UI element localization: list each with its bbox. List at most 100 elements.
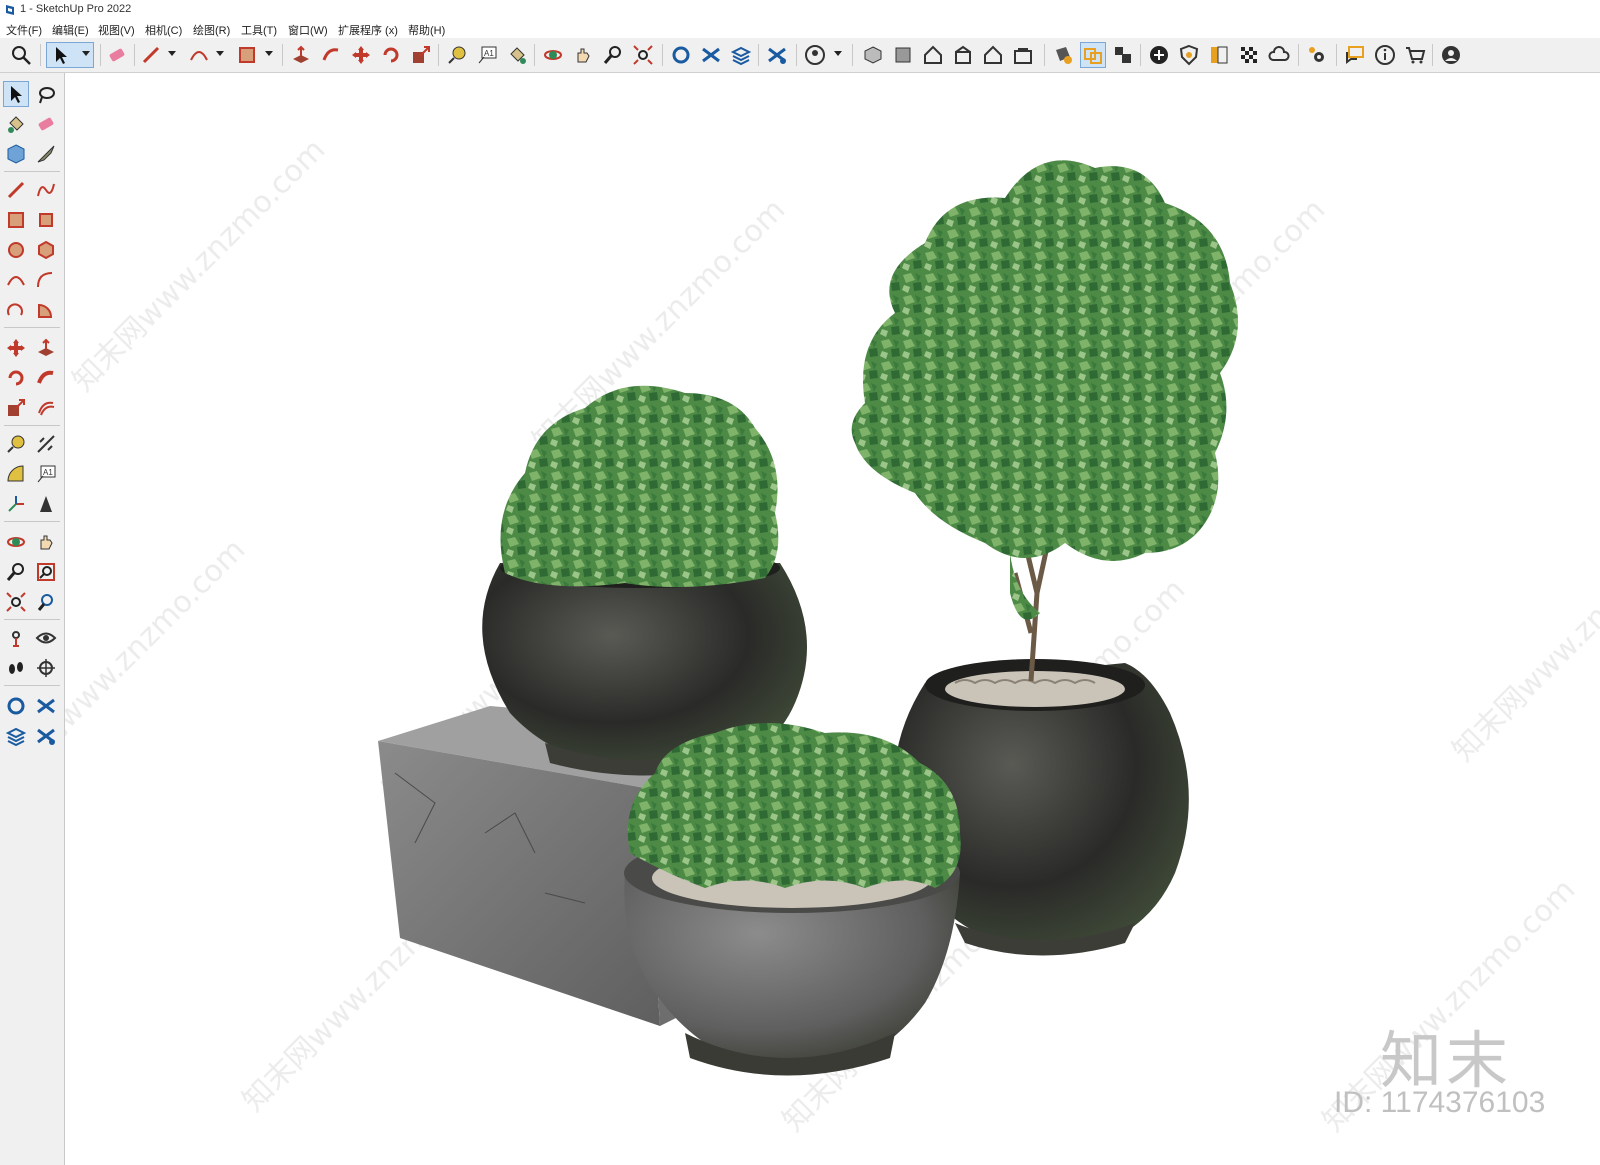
three-point-arc-icon[interactable] xyxy=(3,297,29,323)
drawing-viewport[interactable]: 知末网www.znzmo.com 知末网www.znzmo.com 知末网www… xyxy=(65,73,1600,1165)
pattern-icon[interactable] xyxy=(1236,42,1262,68)
dimension-icon[interactable] xyxy=(33,431,59,457)
pan-icon[interactable] xyxy=(570,42,596,68)
pan-icon[interactable] xyxy=(33,529,59,555)
back-view-icon[interactable] xyxy=(980,42,1006,68)
follow-me-icon[interactable] xyxy=(33,365,59,391)
select-tool-icon[interactable] xyxy=(3,81,29,107)
styles-icon[interactable] xyxy=(1206,42,1232,68)
top-view-icon[interactable] xyxy=(920,42,946,68)
orbit-icon[interactable] xyxy=(540,42,566,68)
paint-bucket-icon[interactable] xyxy=(504,42,530,68)
iso-view-icon[interactable] xyxy=(860,42,886,68)
component-icon[interactable] xyxy=(3,141,29,167)
menu-tools[interactable]: 工具(T) xyxy=(241,22,277,38)
tag-icon[interactable] xyxy=(33,141,59,167)
move-icon[interactable] xyxy=(348,42,374,68)
account-icon[interactable] xyxy=(802,42,828,68)
paint-bucket-icon[interactable] xyxy=(3,111,29,137)
previous-view-icon[interactable] xyxy=(33,589,59,615)
push-pull-icon[interactable] xyxy=(33,335,59,361)
section-fill-icon[interactable] xyxy=(1110,42,1136,68)
warehouse-icon[interactable] xyxy=(668,42,694,68)
right-view-icon[interactable] xyxy=(950,42,976,68)
layout-icon[interactable] xyxy=(3,723,29,749)
zoom-extents-icon[interactable] xyxy=(3,589,29,615)
circle-icon[interactable] xyxy=(3,237,29,263)
axes-icon[interactable] xyxy=(3,491,29,517)
watermark-id: ID: 1174376103 xyxy=(1334,1086,1546,1119)
menu-camera[interactable]: 相机(C) xyxy=(145,22,182,38)
search-icon[interactable] xyxy=(8,42,34,68)
chat-icon[interactable] xyxy=(1342,42,1368,68)
menu-file[interactable]: 文件(F) xyxy=(6,22,42,38)
position-camera-icon[interactable] xyxy=(3,625,29,651)
rotate-icon[interactable] xyxy=(378,42,404,68)
extension-manager-icon[interactable] xyxy=(764,42,790,68)
menu-help[interactable]: 帮助(H) xyxy=(408,22,445,38)
layout-icon[interactable] xyxy=(728,42,754,68)
scale-icon[interactable] xyxy=(408,42,434,68)
svg-text:知末网www.znzmo.com: 知末网www.znzmo.com xyxy=(65,532,252,798)
section-plane-icon[interactable] xyxy=(33,655,59,681)
line-icon[interactable] xyxy=(3,177,29,203)
extension-warehouse-icon[interactable] xyxy=(33,693,59,719)
zoom-extents-icon[interactable] xyxy=(630,42,656,68)
rotate-icon[interactable] xyxy=(3,365,29,391)
follow-me-icon[interactable] xyxy=(318,42,344,68)
info-icon[interactable] xyxy=(1372,42,1398,68)
offset-icon[interactable] xyxy=(33,395,59,421)
warehouse-icon[interactable] xyxy=(3,693,29,719)
left-view-icon[interactable] xyxy=(1010,42,1036,68)
move-icon[interactable] xyxy=(3,335,29,361)
menu-window[interactable]: 窗口(W) xyxy=(288,22,328,38)
two-point-arc-icon[interactable] xyxy=(33,267,59,293)
push-pull-icon[interactable] xyxy=(288,42,314,68)
settings-icon[interactable] xyxy=(1304,42,1330,68)
tape-measure-icon[interactable] xyxy=(3,431,29,457)
zoom-window-icon[interactable] xyxy=(33,559,59,585)
tape-measure-icon[interactable] xyxy=(444,42,470,68)
arc-icon[interactable] xyxy=(3,267,29,293)
rotated-rectangle-icon[interactable] xyxy=(33,207,59,233)
model-scene: 知末网www.znzmo.com 知末网www.znzmo.com 知末网www… xyxy=(65,132,1600,1138)
menu-bar: 文件(F) 编辑(E) 视图(V) 相机(C) 绘图(R) 工具(T) 窗口(W… xyxy=(0,20,1600,38)
left-toolbar: A1 xyxy=(0,73,65,1165)
extension-manager-icon[interactable] xyxy=(33,723,59,749)
section-display-icon[interactable] xyxy=(1080,42,1106,68)
front-view-icon[interactable] xyxy=(890,42,916,68)
menu-edit[interactable]: 编辑(E) xyxy=(52,22,89,38)
shield-icon[interactable] xyxy=(1176,42,1202,68)
freehand-icon[interactable] xyxy=(33,177,59,203)
lasso-icon[interactable] xyxy=(33,81,59,107)
user-icon[interactable] xyxy=(1438,42,1464,68)
extension-warehouse-icon[interactable] xyxy=(698,42,724,68)
walk-icon[interactable] xyxy=(3,655,29,681)
text-icon[interactable]: A1 xyxy=(33,461,59,487)
3d-text-icon[interactable] xyxy=(33,491,59,517)
text-icon[interactable]: A1 xyxy=(474,42,500,68)
orbit-icon[interactable] xyxy=(3,529,29,555)
rectangle-icon[interactable] xyxy=(3,207,29,233)
polygon-icon[interactable] xyxy=(33,237,59,263)
section-icon[interactable] xyxy=(1050,42,1076,68)
cart-icon[interactable] xyxy=(1402,42,1428,68)
plant-bush-left xyxy=(500,385,779,587)
eraser-icon[interactable] xyxy=(33,111,59,137)
eraser-icon[interactable] xyxy=(104,42,130,68)
menu-extensions[interactable]: 扩展程序 (x) xyxy=(338,22,398,38)
arc-icon[interactable] xyxy=(186,42,212,68)
rectangle-icon[interactable] xyxy=(234,42,260,68)
window-title: 1 - SketchUp Pro 2022 xyxy=(20,3,132,15)
cloud-icon[interactable] xyxy=(1266,42,1292,68)
pencil-icon[interactable] xyxy=(138,42,164,68)
protractor-icon[interactable] xyxy=(3,461,29,487)
menu-draw[interactable]: 绘图(R) xyxy=(193,22,230,38)
menu-view[interactable]: 视图(V) xyxy=(98,22,135,38)
scale-icon[interactable] xyxy=(3,395,29,421)
add-location-icon[interactable] xyxy=(1146,42,1172,68)
zoom-icon[interactable] xyxy=(3,559,29,585)
look-around-icon[interactable] xyxy=(33,625,59,651)
zoom-icon[interactable] xyxy=(600,42,626,68)
pie-icon[interactable] xyxy=(33,297,59,323)
